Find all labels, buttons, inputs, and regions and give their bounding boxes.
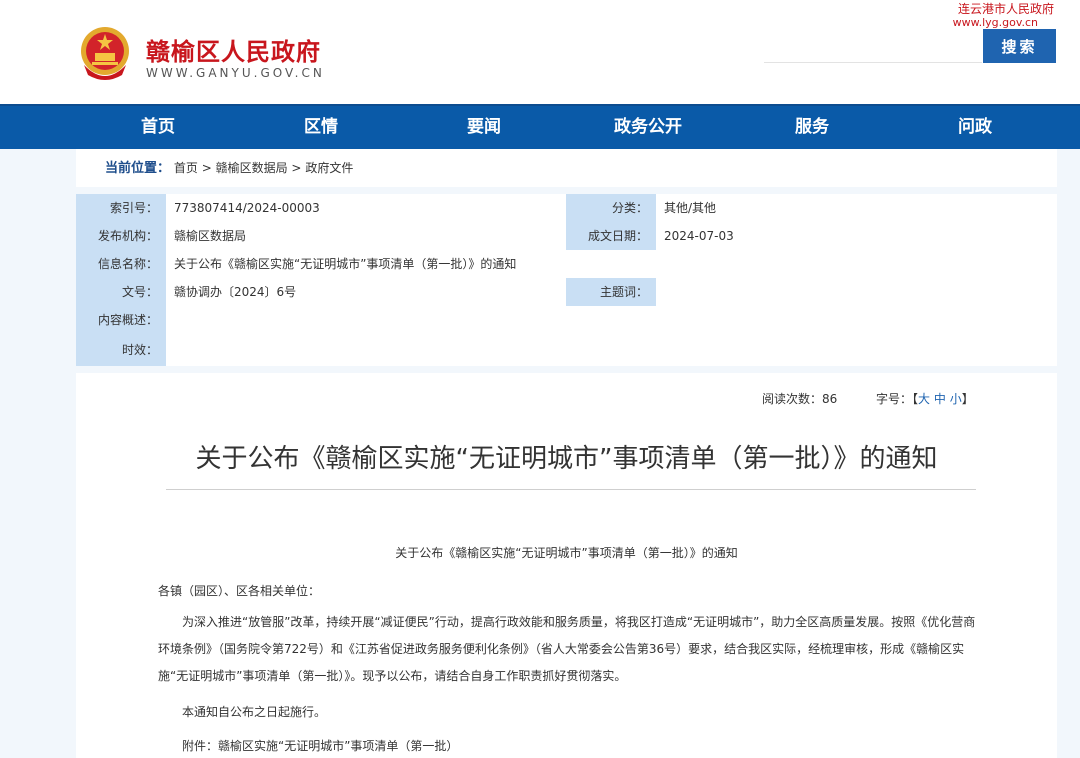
- summary-value: [166, 306, 1057, 334]
- site-url: WWW.GANYU.GOV.CN: [146, 66, 325, 80]
- index-value: 773807414/2024-00003: [174, 201, 320, 215]
- breadcrumb-data-bureau[interactable]: 赣榆区数据局: [216, 161, 288, 175]
- nav-item-gov-affairs[interactable]: 政务公开: [588, 106, 708, 149]
- name-label: 信息名称：: [76, 250, 166, 278]
- document-paragraph: 本通知自公布之日起施行。: [182, 705, 327, 719]
- date-label: 成文日期：: [566, 222, 656, 250]
- validity-value: [166, 334, 1057, 362]
- article: 阅读次数：86 字号：【大 中 小】 关于公布《赣榆区实施“无证明城市”事项清单…: [76, 373, 1057, 758]
- parent-site-link[interactable]: 连云港市人民政府: [958, 1, 1054, 17]
- breadcrumb-separator: >: [201, 161, 212, 175]
- article-title: 关于公布《赣榆区实施“无证明城市”事项清单（第一批）》的通知: [195, 444, 938, 474]
- category-value: 其他/其他: [664, 201, 717, 215]
- nav-item-district-info[interactable]: 区情: [261, 106, 381, 149]
- nav-item-news[interactable]: 要闻: [424, 106, 544, 149]
- breadcrumb-label: 当前位置：: [105, 161, 171, 176]
- docno-label: 文号：: [76, 278, 166, 306]
- site-name: 赣榆区人民政府: [146, 38, 321, 66]
- issuer-value: 赣榆区数据局: [174, 229, 247, 243]
- name-value: 关于公布《赣榆区实施“无证明城市”事项清单（第一批）》的通知: [174, 257, 517, 271]
- keyword-label: 主题词：: [566, 278, 656, 306]
- breadcrumb-home[interactable]: 首页: [174, 161, 198, 175]
- nav-item-inquiry[interactable]: 问政: [915, 106, 1035, 149]
- view-count-label: 阅读次数：: [762, 392, 823, 406]
- title-divider: [166, 489, 976, 490]
- nav-item-services[interactable]: 服务: [752, 106, 872, 149]
- nav-item-home[interactable]: 首页: [98, 106, 218, 149]
- view-count: 阅读次数：86: [762, 390, 837, 407]
- docno-value: 赣协调办〔2024〕6号: [174, 285, 297, 299]
- document-paragraph: 为深入推进“放管服”改革，持续开展“减证便民”行动，提高行政效能和服务质量，将我…: [158, 615, 976, 683]
- search-input[interactable]: [764, 31, 982, 63]
- site-header: 赣榆区人民政府 WWW.GANYU.GOV.CN 连云港市人民政府 www.ly…: [0, 0, 1080, 104]
- index-label: 索引号：: [76, 194, 166, 222]
- document-heading: 关于公布《赣榆区实施“无证明城市”事项清单（第一批）》的通知: [395, 546, 738, 560]
- font-size-control: 字号：【大 中 小】: [876, 390, 974, 407]
- main-nav: 首页 区情 要闻 政务公开 服务 问政: [0, 104, 1080, 149]
- category-label: 分类：: [566, 194, 656, 222]
- document-info-table: 索引号： 773807414/2024-00003 分类： 其他/其他 发布机构…: [76, 194, 1057, 366]
- breadcrumb-gov-documents[interactable]: 政府文件: [305, 161, 353, 175]
- issuer-label: 发布机构：: [76, 222, 166, 250]
- breadcrumb-separator: >: [291, 161, 302, 175]
- font-size-large[interactable]: 大: [918, 392, 930, 406]
- document-salutation: 各镇（园区）、区各相关单位：: [158, 584, 321, 598]
- summary-label: 内容概述：: [76, 306, 166, 334]
- parent-site-url: www.lyg.gov.cn: [952, 16, 1038, 29]
- font-size-label: 字号：: [876, 392, 913, 406]
- font-size-bracket-close: 】: [961, 392, 974, 406]
- search-button[interactable]: 搜索: [983, 29, 1056, 63]
- national-emblem-icon: [81, 27, 129, 80]
- font-size-medium[interactable]: 中: [934, 392, 946, 406]
- keyword-value: [656, 278, 1057, 306]
- attachment-link[interactable]: 附件：赣榆区实施“无证明城市”事项清单（第一批）: [158, 733, 976, 758]
- breadcrumb: 当前位置： 首页 > 赣榆区数据局 > 政府文件: [76, 149, 1057, 187]
- font-size-small[interactable]: 小: [950, 392, 962, 406]
- view-count-value: 86: [822, 392, 838, 406]
- date-value: 2024-07-03: [664, 229, 734, 243]
- validity-label: 时效：: [76, 334, 166, 366]
